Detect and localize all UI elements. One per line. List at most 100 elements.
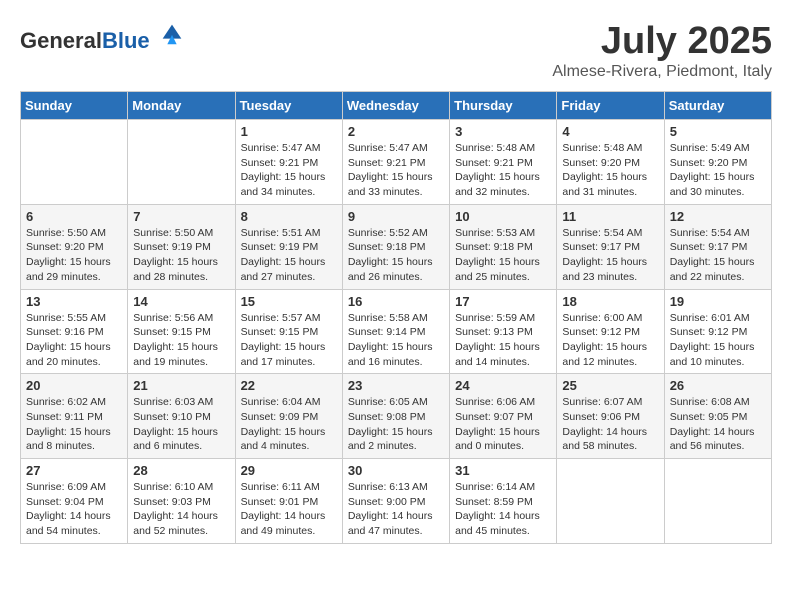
day-number: 7 <box>133 209 229 224</box>
day-number: 2 <box>348 124 444 139</box>
calendar-header-row: SundayMondayTuesdayWednesdayThursdayFrid… <box>21 92 772 120</box>
day-number: 15 <box>241 294 337 309</box>
day-number: 8 <box>241 209 337 224</box>
calendar-day-cell: 16Sunrise: 5:58 AMSunset: 9:14 PMDayligh… <box>342 289 449 374</box>
calendar-week-row: 27 Sunrise: 6:09 AMSunset: 9:04 PMDayligh… <box>21 459 772 544</box>
calendar-day-cell: 29 Sunrise: 6:11 AMSunset: 9:01 PMDayligh… <box>235 459 342 544</box>
day-number: 16 <box>348 294 444 309</box>
title-block: July 2025 Almese-Rivera, Piedmont, Italy <box>552 20 772 81</box>
calendar-day-cell <box>664 459 771 544</box>
calendar-day-cell: 31 Sunrise: 6:14 AMSunset: 8:59 PMDayligh… <box>450 459 557 544</box>
day-number: 29 <box>241 463 337 478</box>
day-number: 11 <box>562 209 658 224</box>
logo: GeneralBlue <box>20 20 186 53</box>
calendar-day-cell: 1Sunrise: 5:47 AMSunset: 9:21 PMDaylight… <box>235 120 342 205</box>
day-info: Sunrise: 6:02 AMSunset: 9:11 PMDaylight:… <box>26 395 122 454</box>
day-info: Sunrise: 5:55 AMSunset: 9:16 PMDaylight:… <box>26 311 122 370</box>
weekday-header: Wednesday <box>342 92 449 120</box>
day-info: Sunrise: 5:50 AMSunset: 9:20 PMDaylight:… <box>26 226 122 285</box>
day-info: Sunrise: 6:07 AMSunset: 9:06 PMDaylight:… <box>562 395 658 454</box>
calendar-day-cell: 22Sunrise: 6:04 AMSunset: 9:09 PMDayligh… <box>235 374 342 459</box>
day-number: 25 <box>562 378 658 393</box>
day-info: Sunrise: 5:49 AMSunset: 9:20 PMDaylight:… <box>670 141 766 200</box>
weekday-header: Saturday <box>664 92 771 120</box>
day-number: 17 <box>455 294 551 309</box>
calendar-day-cell: 8 Sunrise: 5:51 AMSunset: 9:19 PMDaylight… <box>235 204 342 289</box>
calendar-day-cell: 13 Sunrise: 5:55 AMSunset: 9:16 PMDayligh… <box>21 289 128 374</box>
day-info: Sunrise: 6:08 AMSunset: 9:05 PMDaylight:… <box>670 395 766 454</box>
calendar-week-row: 13 Sunrise: 5:55 AMSunset: 9:16 PMDayligh… <box>21 289 772 374</box>
day-info: Sunrise: 5:47 AMSunset: 9:21 PMDaylight:… <box>241 141 337 200</box>
calendar-day-cell: 11Sunrise: 5:54 AMSunset: 9:17 PMDayligh… <box>557 204 664 289</box>
calendar-body: 1Sunrise: 5:47 AMSunset: 9:21 PMDaylight… <box>21 120 772 544</box>
day-info: Sunrise: 6:11 AMSunset: 9:01 PMDaylight:… <box>241 480 337 539</box>
calendar-day-cell: 9 Sunrise: 5:52 AMSunset: 9:18 PMDaylight… <box>342 204 449 289</box>
calendar-day-cell: 7 Sunrise: 5:50 AMSunset: 9:19 PMDaylight… <box>128 204 235 289</box>
day-info: Sunrise: 5:59 AMSunset: 9:13 PMDaylight:… <box>455 311 551 370</box>
day-number: 10 <box>455 209 551 224</box>
day-info: Sunrise: 6:04 AMSunset: 9:09 PMDaylight:… <box>241 395 337 454</box>
logo-general-text: General <box>20 28 102 53</box>
calendar-day-cell: 20 Sunrise: 6:02 AMSunset: 9:11 PMDayligh… <box>21 374 128 459</box>
calendar-day-cell <box>21 120 128 205</box>
day-info: Sunrise: 6:03 AMSunset: 9:10 PMDaylight:… <box>133 395 229 454</box>
day-number: 20 <box>26 378 122 393</box>
day-info: Sunrise: 5:51 AMSunset: 9:19 PMDaylight:… <box>241 226 337 285</box>
day-info: Sunrise: 6:13 AMSunset: 9:00 PMDaylight:… <box>348 480 444 539</box>
day-number: 24 <box>455 378 551 393</box>
calendar-day-cell: 28Sunrise: 6:10 AMSunset: 9:03 PMDayligh… <box>128 459 235 544</box>
calendar-day-cell: 18 Sunrise: 6:00 AMSunset: 9:12 PMDayligh… <box>557 289 664 374</box>
page-header: GeneralBlue July 2025 Almese-Rivera, Pie… <box>20 20 772 81</box>
day-info: Sunrise: 5:57 AMSunset: 9:15 PMDaylight:… <box>241 311 337 370</box>
calendar-day-cell: 2Sunrise: 5:47 AMSunset: 9:21 PMDaylight… <box>342 120 449 205</box>
day-number: 27 <box>26 463 122 478</box>
day-number: 4 <box>562 124 658 139</box>
day-number: 30 <box>348 463 444 478</box>
day-info: Sunrise: 5:53 AMSunset: 9:18 PMDaylight:… <box>455 226 551 285</box>
day-info: Sunrise: 5:54 AMSunset: 9:17 PMDaylight:… <box>670 226 766 285</box>
day-info: Sunrise: 6:06 AMSunset: 9:07 PMDaylight:… <box>455 395 551 454</box>
calendar-day-cell: 10 Sunrise: 5:53 AMSunset: 9:18 PMDayligh… <box>450 204 557 289</box>
day-info: Sunrise: 6:00 AMSunset: 9:12 PMDaylight:… <box>562 311 658 370</box>
calendar-day-cell: 4 Sunrise: 5:48 AMSunset: 9:20 PMDaylight… <box>557 120 664 205</box>
calendar-day-cell: 23 Sunrise: 6:05 AMSunset: 9:08 PMDayligh… <box>342 374 449 459</box>
month-title: July 2025 <box>552 20 772 63</box>
calendar-day-cell: 15 Sunrise: 5:57 AMSunset: 9:15 PMDayligh… <box>235 289 342 374</box>
calendar-day-cell: 17 Sunrise: 5:59 AMSunset: 9:13 PMDayligh… <box>450 289 557 374</box>
weekday-header: Sunday <box>21 92 128 120</box>
calendar-day-cell: 27 Sunrise: 6:09 AMSunset: 9:04 PMDayligh… <box>21 459 128 544</box>
day-number: 19 <box>670 294 766 309</box>
day-info: Sunrise: 6:05 AMSunset: 9:08 PMDaylight:… <box>348 395 444 454</box>
calendar-day-cell: 19Sunrise: 6:01 AMSunset: 9:12 PMDayligh… <box>664 289 771 374</box>
calendar-week-row: 6 Sunrise: 5:50 AMSunset: 9:20 PMDaylight… <box>21 204 772 289</box>
calendar-day-cell: 14 Sunrise: 5:56 AMSunset: 9:15 PMDayligh… <box>128 289 235 374</box>
day-info: Sunrise: 6:09 AMSunset: 9:04 PMDaylight:… <box>26 480 122 539</box>
day-number: 26 <box>670 378 766 393</box>
weekday-header: Thursday <box>450 92 557 120</box>
calendar-day-cell: 6 Sunrise: 5:50 AMSunset: 9:20 PMDaylight… <box>21 204 128 289</box>
calendar-day-cell: 30 Sunrise: 6:13 AMSunset: 9:00 PMDayligh… <box>342 459 449 544</box>
location-title: Almese-Rivera, Piedmont, Italy <box>552 63 772 81</box>
day-number: 18 <box>562 294 658 309</box>
day-number: 6 <box>26 209 122 224</box>
day-number: 5 <box>670 124 766 139</box>
day-number: 14 <box>133 294 229 309</box>
logo-icon <box>158 20 186 48</box>
weekday-header: Friday <box>557 92 664 120</box>
weekday-header: Tuesday <box>235 92 342 120</box>
day-info: Sunrise: 5:56 AMSunset: 9:15 PMDaylight:… <box>133 311 229 370</box>
day-info: Sunrise: 5:50 AMSunset: 9:19 PMDaylight:… <box>133 226 229 285</box>
calendar-day-cell: 12 Sunrise: 5:54 AMSunset: 9:17 PMDayligh… <box>664 204 771 289</box>
day-number: 12 <box>670 209 766 224</box>
day-number: 9 <box>348 209 444 224</box>
day-number: 23 <box>348 378 444 393</box>
day-number: 31 <box>455 463 551 478</box>
day-info: Sunrise: 6:14 AMSunset: 8:59 PMDaylight:… <box>455 480 551 539</box>
day-info: Sunrise: 5:48 AMSunset: 9:20 PMDaylight:… <box>562 141 658 200</box>
calendar-day-cell: 3Sunrise: 5:48 AMSunset: 9:21 PMDaylight… <box>450 120 557 205</box>
day-info: Sunrise: 5:52 AMSunset: 9:18 PMDaylight:… <box>348 226 444 285</box>
day-number: 3 <box>455 124 551 139</box>
calendar-week-row: 1Sunrise: 5:47 AMSunset: 9:21 PMDaylight… <box>21 120 772 205</box>
weekday-header: Monday <box>128 92 235 120</box>
day-number: 13 <box>26 294 122 309</box>
